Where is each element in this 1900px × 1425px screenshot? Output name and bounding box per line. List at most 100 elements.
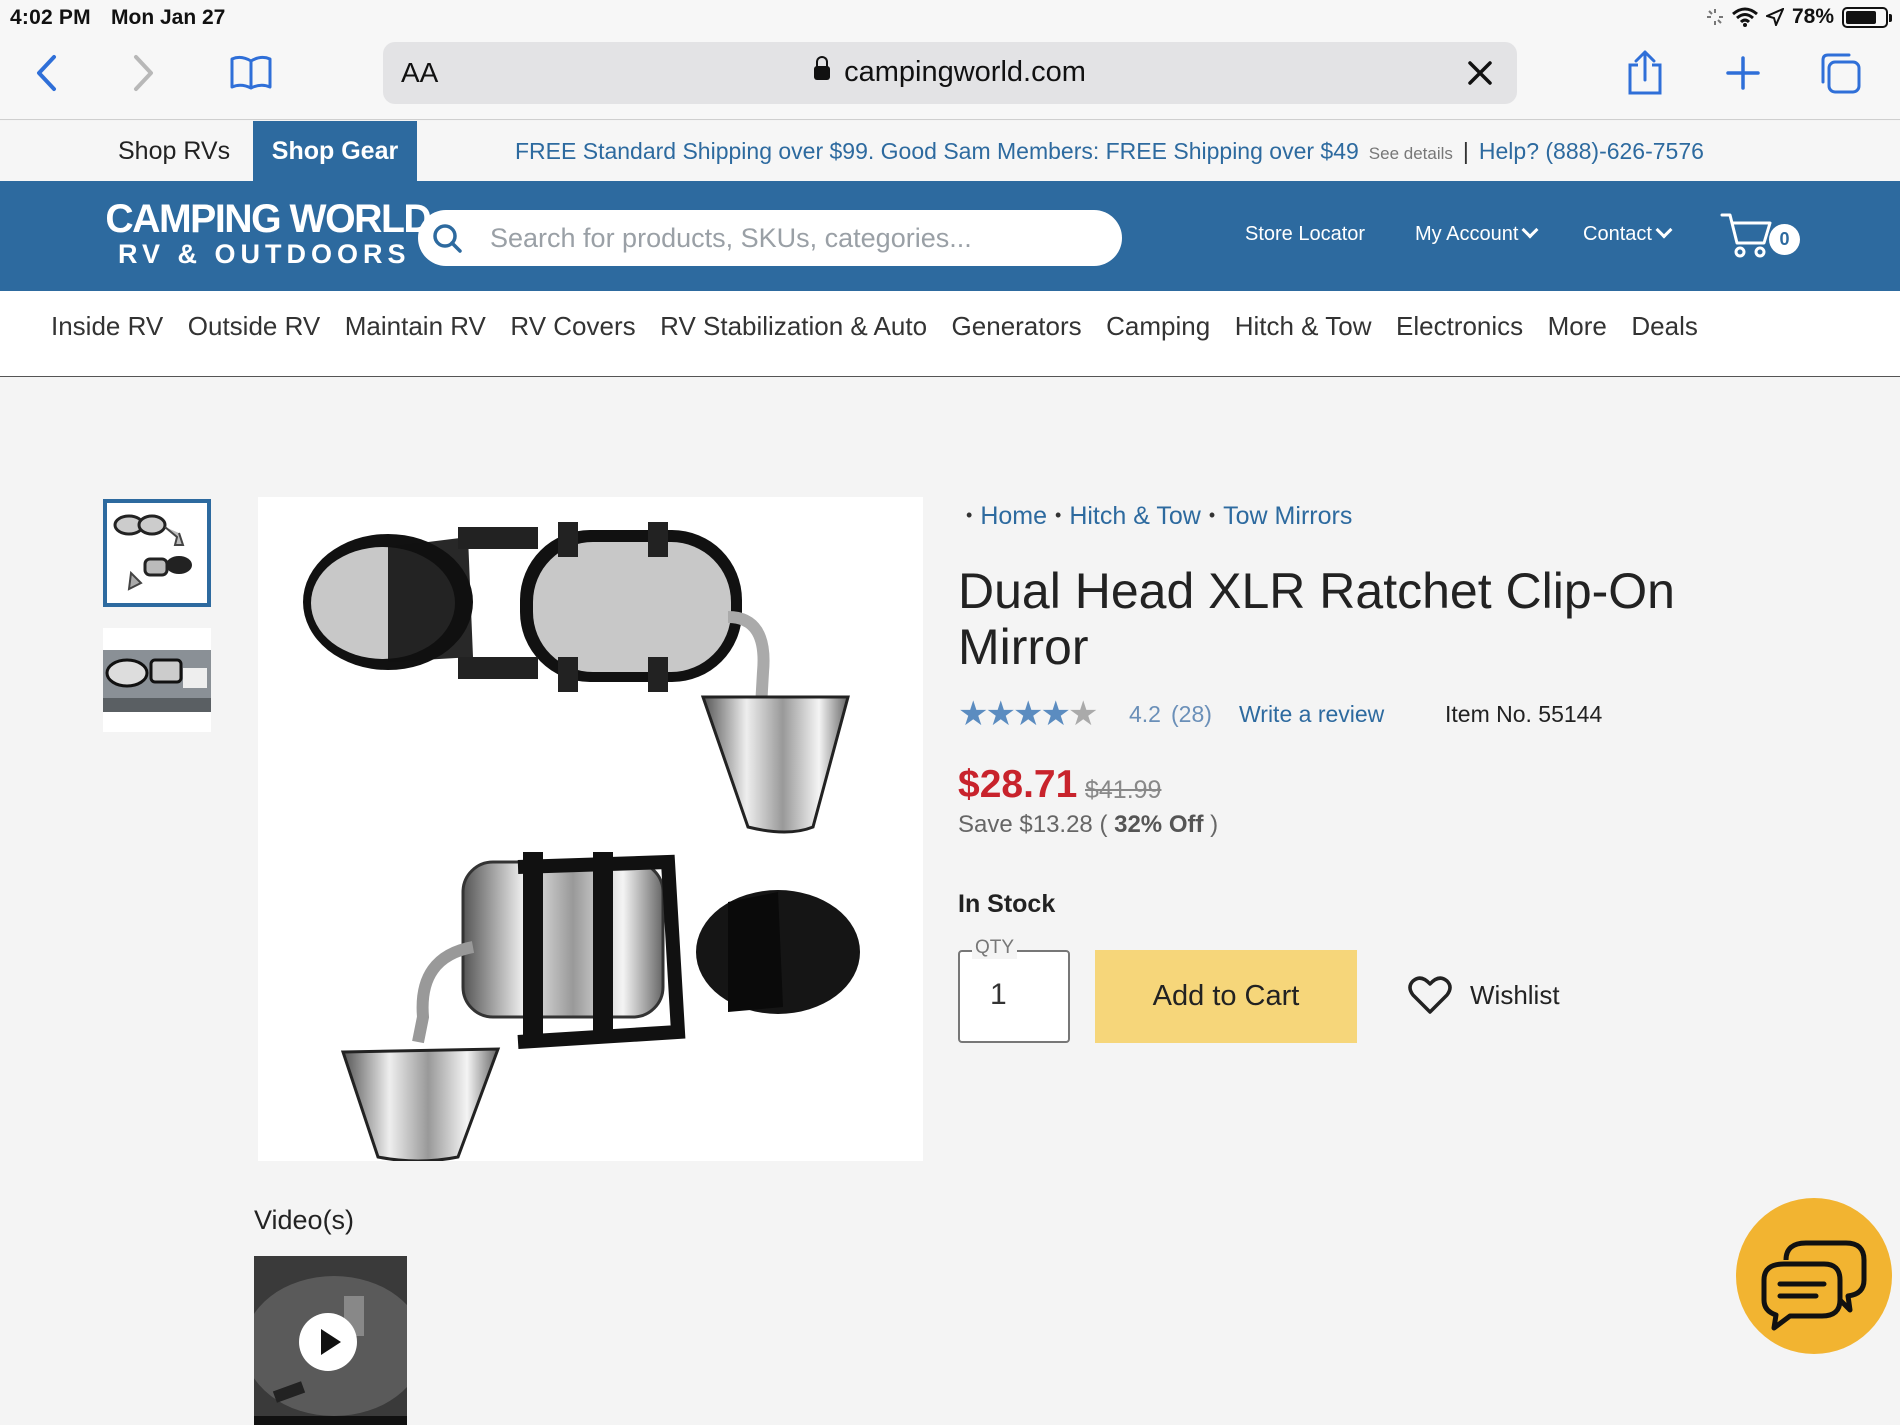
heart-icon	[1408, 976, 1452, 1014]
site-logo[interactable]: CAMPING WORLD RV & OUTDOORS	[102, 199, 434, 269]
breadcrumb-home[interactable]: Home	[980, 502, 1047, 530]
contact-label: Contact	[1583, 223, 1652, 245]
search-input[interactable]	[490, 216, 1090, 260]
separator: |	[1462, 138, 1469, 164]
shipping-banner: FREE Standard Shipping over $99. Good Sa…	[515, 138, 1704, 165]
battery-icon	[1842, 6, 1892, 28]
category-nav-item[interactable]: Hitch & Tow	[1235, 311, 1372, 342]
category-nav-item[interactable]: Electronics	[1396, 311, 1523, 342]
battery-fill	[1846, 10, 1876, 24]
see-details-link[interactable]: See details	[1369, 144, 1453, 163]
star-icon: ★	[985, 695, 1016, 733]
product-thumbnail-1[interactable]	[103, 499, 211, 607]
star-icon: ★	[958, 695, 989, 733]
breadcrumb: • Home • Hitch & Tow • Tow Mirrors	[958, 502, 1352, 531]
logo-line2: RV & OUTDOORS	[118, 239, 411, 269]
tab-shop-gear[interactable]: Shop Gear	[253, 121, 417, 181]
location-arrow-icon	[1765, 8, 1784, 26]
original-price: $41.99	[1085, 776, 1162, 804]
logo-line1: CAMPING WORLD	[105, 197, 431, 241]
savings-text: Save $13.28 ( 32% Off )	[958, 811, 1218, 839]
breadcrumb-tow-mirrors[interactable]: Tow Mirrors	[1223, 502, 1352, 530]
play-icon[interactable]	[299, 1313, 357, 1371]
breadcrumb-dot: •	[1208, 505, 1216, 525]
tabs-overview-icon[interactable]	[1815, 48, 1865, 98]
save-close: )	[1210, 811, 1219, 838]
quantity-field[interactable]	[958, 950, 1070, 1043]
category-nav-item[interactable]: Maintain RV	[345, 311, 486, 342]
category-nav-item[interactable]: More	[1548, 311, 1607, 342]
address-bar[interactable]: AA campingworld.com	[383, 42, 1517, 104]
product-title: Dual Head XLR Ratchet Clip-On Mirror	[958, 563, 1675, 675]
battery-percent: 78%	[1791, 5, 1834, 28]
share-icon[interactable]	[1620, 48, 1670, 98]
search-bar[interactable]	[418, 210, 1122, 266]
category-nav-item[interactable]: RV Stabilization & Auto	[660, 311, 927, 342]
quantity-input[interactable]	[990, 978, 1050, 1012]
store-locator-label: Store Locator	[1245, 223, 1366, 245]
star-icon: ★	[1040, 695, 1071, 733]
category-nav: Inside RV Outside RV Maintain RV RV Covers R…	[0, 291, 1900, 377]
chat-button[interactable]	[1736, 1198, 1892, 1354]
category-nav-item[interactable]: Inside RV	[51, 311, 163, 342]
shipping-text: FREE Standard Shipping over $99. Good Sa…	[515, 138, 1359, 164]
cart-count-badge: 0	[1769, 224, 1800, 255]
wishlist-button[interactable]: Wishlist	[1408, 970, 1560, 1020]
activity-icon	[1706, 9, 1723, 25]
utility-bar: Shop RVs Shop Gear FREE Standard Shippin…	[0, 121, 1900, 181]
forward-icon[interactable]	[118, 48, 168, 98]
my-account-menu[interactable]: My Account	[1415, 221, 1539, 246]
store-locator-link[interactable]: Store Locator	[1245, 223, 1365, 246]
quantity-label: QTY	[972, 937, 1018, 959]
site-header: CAMPING WORLD RV & OUTDOORS Store Locato…	[0, 181, 1900, 291]
chevron-down-icon	[1655, 221, 1673, 239]
status-date: Mon Jan 27	[111, 6, 226, 29]
category-nav-item[interactable]: Deals	[1631, 311, 1697, 342]
save-percent: 32% Off	[1114, 811, 1204, 838]
help-phone-link[interactable]: Help? (888)-626-7576	[1479, 138, 1704, 164]
status-bar: 4:02 PM Mon Jan 27 78%	[0, 0, 1900, 34]
browser-toolbar: AA campingworld.com	[0, 34, 1900, 120]
back-icon[interactable]	[22, 48, 72, 98]
lock-icon	[814, 56, 831, 80]
chevron-down-icon	[1521, 221, 1539, 239]
breadcrumb-dot: •	[966, 505, 973, 525]
product-main-image[interactable]	[258, 497, 923, 1163]
tow-mirror-illustration	[303, 522, 860, 1163]
wifi-icon	[1732, 7, 1758, 27]
contact-menu[interactable]: Contact	[1583, 221, 1673, 246]
video-thumbnail[interactable]	[254, 1256, 407, 1425]
status-indicators: 78%	[1706, 5, 1892, 29]
star-icon: ★	[1067, 695, 1099, 733]
search-icon[interactable]	[430, 221, 464, 255]
add-to-cart-button[interactable]: Add to Cart	[1095, 950, 1357, 1043]
status-time: 4:02 PM	[10, 6, 91, 29]
my-account-label: My Account	[1415, 223, 1519, 245]
star-rating[interactable]: ★★★★★	[958, 695, 1099, 733]
clear-url-icon[interactable]	[1461, 54, 1499, 92]
star-icon: ★	[1012, 695, 1044, 733]
stock-status: In Stock	[958, 890, 1056, 918]
url-text: campingworld.com	[844, 56, 1086, 88]
videos-heading: Video(s)	[254, 1205, 355, 1235]
wishlist-label: Wishlist	[1470, 979, 1560, 1010]
url-display[interactable]: campingworld.com	[383, 56, 1517, 89]
write-review-link[interactable]: Write a review	[1239, 701, 1384, 728]
category-nav-item[interactable]: Camping	[1106, 311, 1210, 342]
save-amount: Save $13.28 (	[958, 811, 1108, 838]
breadcrumb-hitch-tow[interactable]: Hitch & Tow	[1069, 502, 1201, 530]
category-nav-item[interactable]: Outside RV	[188, 311, 320, 342]
product-thumbnail-2[interactable]	[103, 628, 211, 732]
thumbnail-image	[113, 514, 192, 591]
breadcrumb-dot: •	[1055, 505, 1062, 525]
category-nav-item[interactable]: RV Covers	[510, 311, 635, 342]
thumbnail-image	[103, 650, 211, 712]
rating-value: 4.2	[1129, 701, 1161, 727]
tab-shop-rvs[interactable]: Shop RVs	[100, 121, 248, 181]
new-tab-icon[interactable]	[1718, 48, 1768, 98]
chat-bubbles-icon	[1761, 1240, 1867, 1331]
item-number: Item No. 55144	[1445, 701, 1603, 727]
category-nav-item[interactable]: Generators	[952, 311, 1082, 342]
review-count-link[interactable]: (28)	[1171, 701, 1212, 728]
bookmarks-icon[interactable]	[226, 48, 276, 98]
